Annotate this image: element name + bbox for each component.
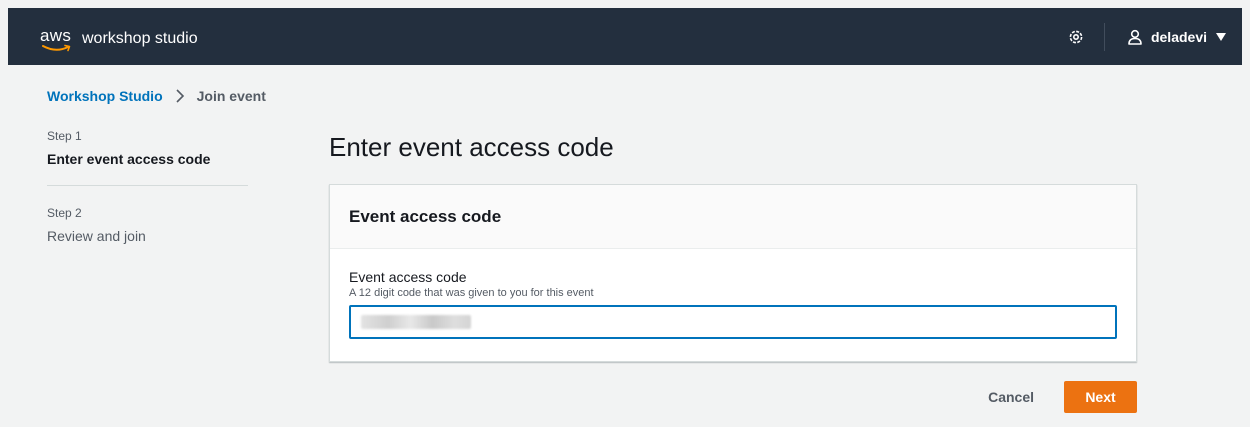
- panel-body: Event access code A 12 digit code that w…: [330, 249, 1136, 339]
- breadcrumb: Workshop Studio Join event: [47, 88, 266, 104]
- breadcrumb-link-workshop-studio[interactable]: Workshop Studio: [47, 88, 163, 104]
- aws-smile-icon: [42, 44, 71, 51]
- cancel-button[interactable]: Cancel: [968, 381, 1054, 413]
- product-name: workshop studio: [82, 29, 198, 47]
- access-code-panel: Event access code Event access code A 12…: [329, 184, 1137, 362]
- field-description: A 12 digit code that was given to you fo…: [349, 287, 594, 299]
- topbar-right: deladevi: [1067, 8, 1242, 65]
- form-actions: Cancel Next: [968, 381, 1137, 413]
- panel-title: Event access code: [349, 206, 502, 226]
- aws-logo-text: aws: [40, 25, 72, 45]
- top-navigation-bar: aws workshop studio deladevi: [8, 8, 1242, 65]
- step-number: Step 2: [47, 206, 82, 220]
- next-button[interactable]: Next: [1064, 381, 1137, 413]
- aws-logo-mark: aws: [40, 26, 76, 52]
- event-access-code-input[interactable]: [349, 305, 1117, 339]
- step-number: Step 1: [47, 129, 82, 143]
- user-icon: [1128, 29, 1142, 45]
- caret-down-icon: [1216, 32, 1226, 41]
- field-label: Event access code: [349, 269, 467, 285]
- user-menu[interactable]: deladevi: [1127, 29, 1226, 45]
- chevron-right-icon: [176, 89, 184, 103]
- step-1: Step 1 Enter event access code: [47, 129, 248, 167]
- breadcrumb-current: Join event: [196, 88, 266, 104]
- step-title-active: Enter event access code: [47, 151, 211, 167]
- step-divider: [47, 185, 248, 186]
- gear-icon[interactable]: [1067, 28, 1085, 46]
- step-2: Step 2 Review and join: [47, 206, 248, 244]
- topbar-divider: [1103, 22, 1105, 51]
- obscured-value: [361, 315, 471, 329]
- step-title: Review and join: [47, 228, 146, 244]
- aws-logo[interactable]: aws workshop studio: [40, 22, 198, 52]
- username: deladevi: [1150, 28, 1207, 45]
- wizard-steps: Step 1 Enter event access code Step 2 Re…: [47, 129, 248, 244]
- page-title: Enter event access code: [329, 132, 614, 162]
- panel-header: Event access code: [330, 185, 1136, 249]
